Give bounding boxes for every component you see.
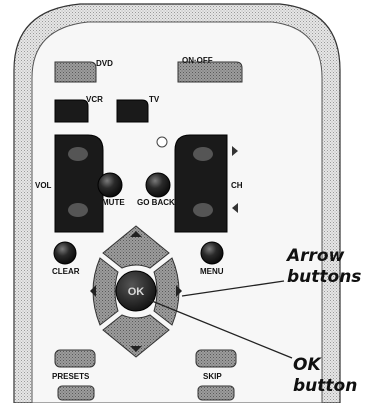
ok-button-callout: OK button xyxy=(293,355,357,397)
ok-button[interactable]: OK xyxy=(115,270,157,312)
volume-rocker[interactable] xyxy=(54,134,104,233)
dvd-label: DVD xyxy=(96,59,113,68)
channel-down-icon xyxy=(193,203,213,217)
on-off-label: ON·OFF xyxy=(182,56,213,65)
ch-label: CH xyxy=(231,181,243,190)
lower-right-button[interactable] xyxy=(197,385,235,401)
ok-callout-line2: button xyxy=(293,376,358,396)
skip-label: SKIP xyxy=(203,372,222,381)
go-back-label: GO BACK xyxy=(137,198,175,207)
ok-callout-line1: OK xyxy=(293,355,321,375)
clear-label: CLEAR xyxy=(52,267,80,276)
presets-button[interactable]: PRESETS xyxy=(52,349,96,381)
menu-button[interactable]: MENU xyxy=(200,241,224,276)
ok-label: OK xyxy=(128,286,145,298)
lower-left-button[interactable] xyxy=(57,385,95,401)
remote-diagram: DVD ON·OFF VCR TV VOL CH MUTE GO BACK CL… xyxy=(0,0,371,404)
arrow-callout-line1: Arrow xyxy=(287,246,345,266)
menu-label: MENU xyxy=(200,267,224,276)
vol-label: VOL xyxy=(35,181,52,190)
volume-down-icon xyxy=(68,203,88,217)
tv-label: TV xyxy=(149,95,160,104)
vcr-label: VCR xyxy=(86,95,103,104)
arrow-buttons-callout: Arrow buttons xyxy=(287,246,361,288)
arrow-callout-line2: buttons xyxy=(287,267,362,287)
indicator-light xyxy=(156,136,168,148)
channel-rocker[interactable] xyxy=(174,134,228,233)
remote-illustration: DVD ON·OFF VCR TV VOL CH MUTE GO BACK CL… xyxy=(13,3,341,404)
channel-up-icon xyxy=(193,147,213,161)
volume-up-icon xyxy=(68,147,88,161)
presets-label: PRESETS xyxy=(52,372,90,381)
mute-label: MUTE xyxy=(102,198,125,207)
